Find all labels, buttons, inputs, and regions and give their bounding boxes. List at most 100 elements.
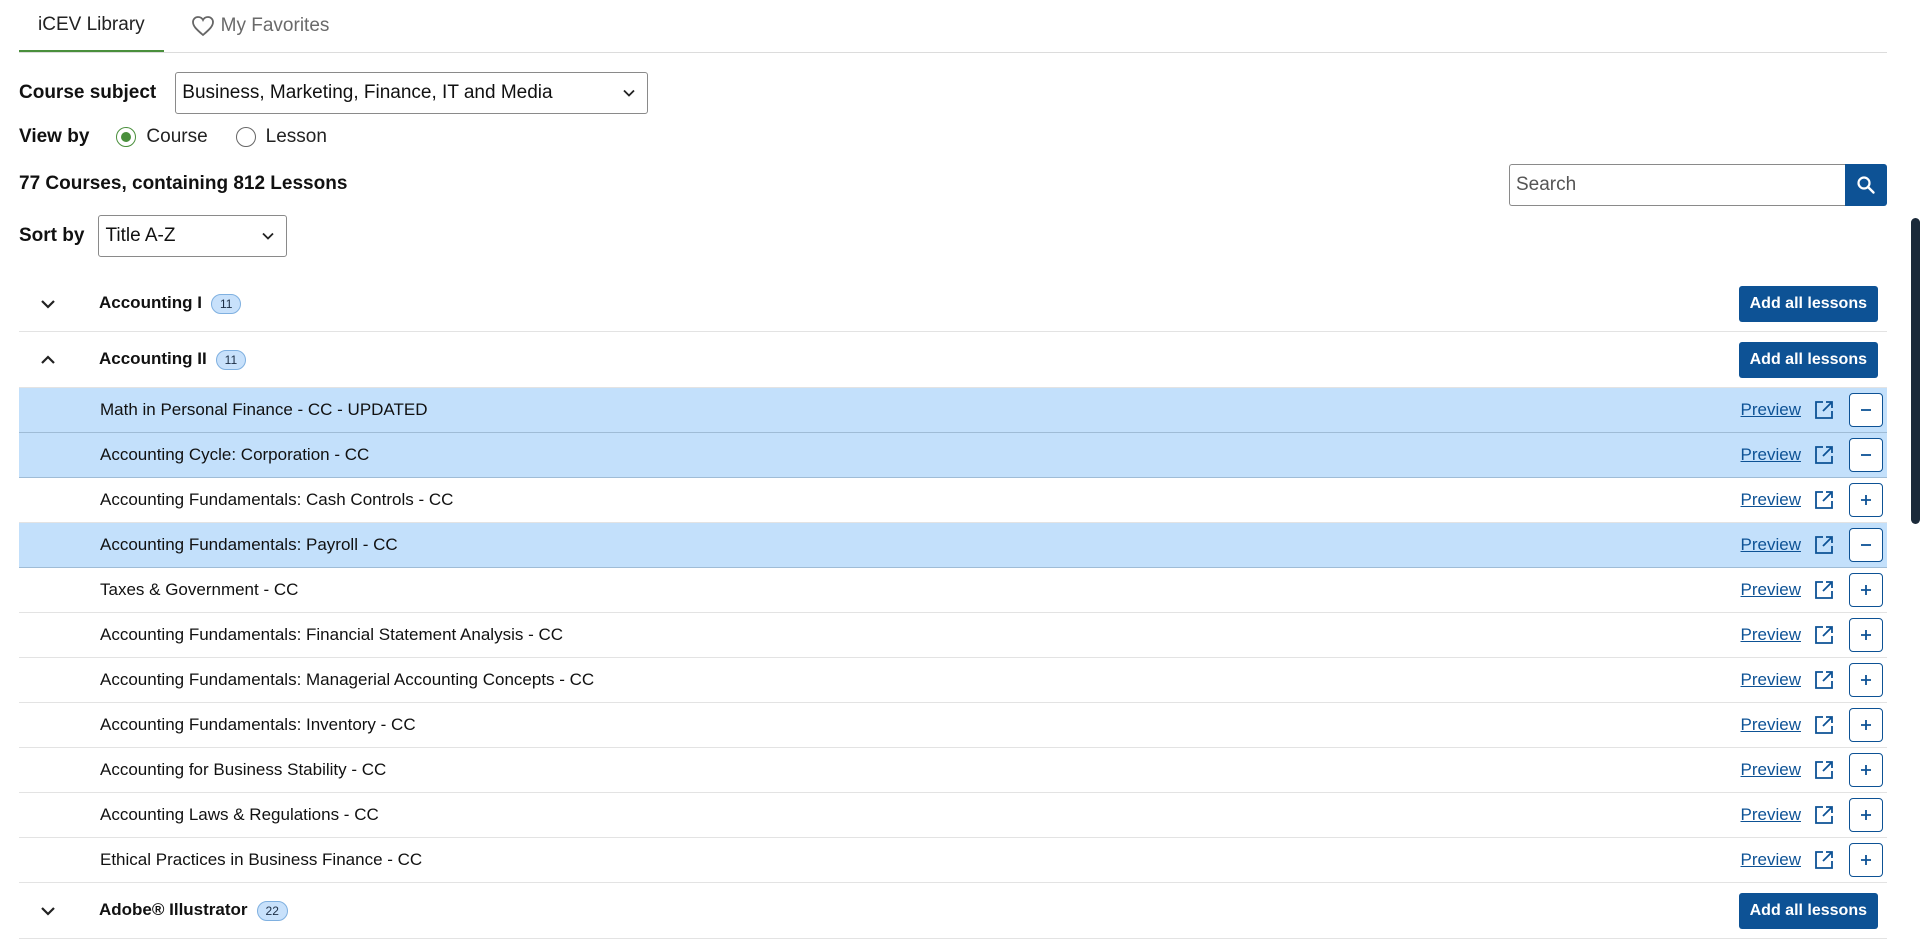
lesson-row: Accounting for Business Stability - CC Pr… xyxy=(19,748,1887,793)
lesson-title: Accounting Fundamentals: Cash Controls -… xyxy=(100,490,454,509)
sort-by-select[interactable]: Title A-Z xyxy=(98,215,288,257)
external-link-icon[interactable] xyxy=(1813,849,1835,871)
external-link-icon[interactable] xyxy=(1813,444,1835,466)
lesson-title: Accounting Fundamentals: Payroll - CC xyxy=(100,535,398,554)
plus-icon xyxy=(1861,495,1871,505)
plus-icon xyxy=(1861,855,1871,865)
tab-bar: iCEV Library My Favorites xyxy=(19,0,1887,53)
lesson-actions: Preview xyxy=(1741,708,1883,742)
lesson-actions: Preview xyxy=(1741,573,1883,607)
chevron-down-icon xyxy=(41,906,55,916)
collapse-toggle[interactable] xyxy=(23,351,73,369)
external-link-icon[interactable] xyxy=(1813,489,1835,511)
lesson-count-badge: 11 xyxy=(210,294,242,314)
preview-link[interactable]: Preview xyxy=(1741,715,1801,735)
lesson-title: Accounting Fundamentals: Managerial Acco… xyxy=(100,670,595,689)
course-subject-select[interactable]: Business, Marketing, Finance, IT and Med… xyxy=(175,72,649,114)
add-lesson-button[interactable] xyxy=(1849,483,1883,517)
tab-label: My Favorites xyxy=(220,14,330,36)
heart-icon xyxy=(191,15,214,36)
lesson-row: Accounting Cycle: Corporation - CC Previe… xyxy=(19,433,1887,478)
lesson-row: Accounting Fundamentals: Inventory - CC P… xyxy=(19,703,1887,748)
course-title: Accounting I 11 xyxy=(99,293,242,314)
add-lesson-button[interactable] xyxy=(1849,753,1883,787)
preview-link[interactable]: Preview xyxy=(1741,400,1801,420)
external-link-icon[interactable] xyxy=(1813,399,1835,421)
course-row-adobe-illustrator: Adobe® Illustrator 22 Add all lessons xyxy=(19,883,1887,939)
add-lesson-button[interactable] xyxy=(1849,708,1883,742)
external-link-icon[interactable] xyxy=(1813,759,1835,781)
remove-lesson-button[interactable] xyxy=(1849,393,1883,427)
lesson-title: Accounting Cycle: Corporation - CC xyxy=(100,445,370,464)
lesson-row: Math in Personal Finance - CC - UPDATED P… xyxy=(19,388,1887,433)
sort-by-row: Sort by Title A-Z xyxy=(19,215,288,257)
lesson-row: Accounting Laws & Regulations - CC Previe… xyxy=(19,793,1887,838)
radio-unselected-indicator xyxy=(235,127,256,147)
external-link-icon[interactable] xyxy=(1813,579,1835,601)
add-all-lessons-button[interactable]: Add all lessons xyxy=(1738,341,1878,378)
chevron-up-icon xyxy=(41,354,55,364)
preview-link[interactable]: Preview xyxy=(1741,490,1801,510)
external-link-icon[interactable] xyxy=(1813,714,1835,736)
minus-icon xyxy=(1861,544,1871,546)
course-subject-value: Business, Marketing, Finance, IT and Med… xyxy=(182,82,553,103)
search-icon xyxy=(1857,176,1875,194)
external-link-icon[interactable] xyxy=(1813,624,1835,646)
course-title: Adobe® Illustrator 22 xyxy=(99,900,288,921)
lesson-row: Ethical Practices in Business Finance - … xyxy=(19,838,1887,883)
lesson-row: Accounting Fundamentals: Cash Controls -… xyxy=(19,478,1887,523)
preview-link[interactable]: Preview xyxy=(1741,850,1801,870)
view-by-lesson-radio[interactable]: Lesson xyxy=(235,126,327,148)
summary-row: 77 Courses, containing 812 Lessons xyxy=(19,173,347,195)
lesson-actions: Preview xyxy=(1741,663,1883,697)
preview-link[interactable]: Preview xyxy=(1741,535,1801,555)
preview-link[interactable]: Preview xyxy=(1741,760,1801,780)
add-lesson-button[interactable] xyxy=(1849,663,1883,697)
lesson-actions: Preview xyxy=(1741,618,1883,652)
radio-label: Course xyxy=(146,126,208,147)
sort-by-value: Title A-Z xyxy=(105,225,176,246)
lesson-title: Taxes & Government - CC xyxy=(100,580,299,599)
view-by-label: View by xyxy=(19,126,90,147)
add-lesson-button[interactable] xyxy=(1849,798,1883,832)
plus-icon xyxy=(1861,675,1871,685)
course-list: Accounting I 11 Add all lessons Accountin… xyxy=(19,276,1887,939)
scrollbar-thumb[interactable] xyxy=(1911,218,1920,524)
add-lesson-button[interactable] xyxy=(1849,573,1883,607)
search-input[interactable] xyxy=(1509,164,1845,206)
lesson-actions: Preview xyxy=(1741,753,1883,787)
lesson-title: Accounting Fundamentals: Financial State… xyxy=(100,625,564,644)
remove-lesson-button[interactable] xyxy=(1849,438,1883,472)
external-link-icon[interactable] xyxy=(1813,669,1835,691)
search-button[interactable] xyxy=(1845,164,1887,206)
expand-toggle[interactable] xyxy=(23,295,73,313)
remove-lesson-button[interactable] xyxy=(1849,528,1883,562)
course-subject-label: Course subject xyxy=(19,82,157,103)
preview-link[interactable]: Preview xyxy=(1741,580,1801,600)
chevron-down-icon xyxy=(41,299,55,309)
lesson-title: Math in Personal Finance - CC - UPDATED xyxy=(100,400,428,419)
add-all-lessons-button[interactable]: Add all lessons xyxy=(1738,892,1878,929)
plus-icon xyxy=(1861,720,1871,730)
tab-icev-library[interactable]: iCEV Library xyxy=(19,0,164,52)
view-by-course-radio[interactable]: Course xyxy=(116,126,208,148)
preview-link[interactable]: Preview xyxy=(1741,445,1801,465)
external-link-icon[interactable] xyxy=(1813,804,1835,826)
lesson-title: Accounting Laws & Regulations - CC xyxy=(100,805,379,824)
plus-icon xyxy=(1861,630,1871,640)
chevron-down-icon xyxy=(262,232,275,240)
add-all-lessons-button[interactable]: Add all lessons xyxy=(1738,285,1878,322)
tab-my-favorites[interactable]: My Favorites xyxy=(164,0,349,52)
chevron-down-icon xyxy=(623,89,635,97)
view-by-row: View by Course Lesson xyxy=(19,126,355,148)
external-link-icon[interactable] xyxy=(1813,534,1835,556)
preview-link[interactable]: Preview xyxy=(1741,805,1801,825)
lesson-actions: Preview xyxy=(1741,483,1883,517)
preview-link[interactable]: Preview xyxy=(1741,670,1801,690)
add-lesson-button[interactable] xyxy=(1849,618,1883,652)
add-lesson-button[interactable] xyxy=(1849,843,1883,877)
expand-toggle[interactable] xyxy=(23,902,73,920)
lesson-row: Taxes & Government - CC Preview xyxy=(19,568,1887,613)
lesson-actions: Preview xyxy=(1741,843,1883,877)
preview-link[interactable]: Preview xyxy=(1741,625,1801,645)
